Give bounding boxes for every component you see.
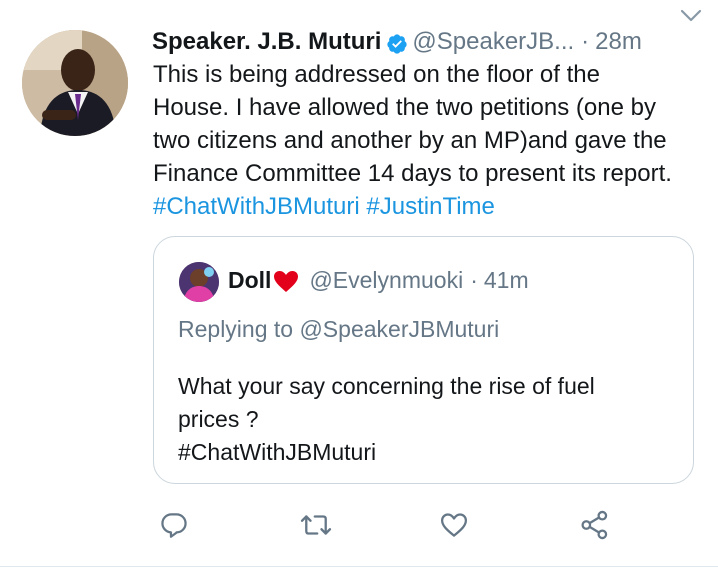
retweet-button[interactable] bbox=[296, 505, 336, 545]
quoted-author-avatar[interactable] bbox=[179, 262, 219, 302]
author-avatar[interactable] bbox=[22, 30, 128, 136]
avatar-image bbox=[22, 30, 128, 136]
retweet-icon bbox=[300, 515, 332, 535]
share-icon bbox=[581, 510, 608, 540]
quoted-tweet-card[interactable]: Doll @Evelynmuoki · 41m Replying to @Spe… bbox=[153, 236, 694, 484]
share-button[interactable] bbox=[575, 505, 615, 545]
quoted-text-line: #ChatWithJBMuturi bbox=[178, 439, 377, 465]
tweet-text-line: House. I have allowed the two petitions … bbox=[153, 94, 656, 121]
tweet-text-line: This is being addressed on the floor of … bbox=[153, 61, 600, 88]
header-separator: · bbox=[581, 28, 590, 55]
author-handle[interactable]: @SpeakerJB... bbox=[412, 26, 574, 58]
quoted-author-display-name[interactable]: Doll bbox=[228, 264, 271, 296]
replying-to-label[interactable]: Replying to @SpeakerJBMuturi bbox=[178, 313, 499, 345]
tweet-menu-button[interactable] bbox=[678, 4, 704, 28]
tweet-text-line: two citizens and another by an MP)and ga… bbox=[153, 127, 667, 154]
tweet-header: Speaker. J.B. Muturi @SpeakerJB... · 28m bbox=[152, 26, 702, 58]
hashtag-link[interactable]: #ChatWithJBMuturi bbox=[153, 193, 360, 220]
quoted-text-line: prices ? bbox=[178, 406, 259, 432]
quoted-tweet-header: Doll @Evelynmuoki · 41m bbox=[228, 264, 529, 296]
red-heart-emoji-icon bbox=[273, 270, 299, 294]
quoted-tweet-text: What your say concerning the rise of fue… bbox=[178, 370, 678, 469]
quoted-author-handle[interactable]: @Evelynmuoki bbox=[309, 264, 463, 296]
tweet-divider bbox=[0, 566, 718, 567]
tweet-hashtags: #ChatWithJBMuturi #JustinTime bbox=[153, 190, 698, 223]
chevron-down-icon bbox=[680, 9, 702, 22]
tweet-text-line: Finance Committee 14 days to present its… bbox=[153, 160, 672, 187]
verified-badge-icon bbox=[386, 32, 408, 54]
quoted-avatar-image bbox=[179, 262, 219, 302]
tweet[interactable]: Speaker. J.B. Muturi @SpeakerJB... · 28m… bbox=[0, 0, 718, 566]
quoted-header-separator: · bbox=[470, 267, 478, 293]
hashtag-link[interactable]: #JustinTime bbox=[366, 193, 494, 220]
tweet-text: This is being addressed on the floor of … bbox=[153, 58, 698, 223]
quoted-tweet-timestamp[interactable]: 41m bbox=[484, 264, 529, 296]
quoted-text-line: What your say concerning the rise of fue… bbox=[178, 373, 595, 399]
like-button[interactable] bbox=[434, 505, 474, 545]
reply-button[interactable] bbox=[154, 505, 194, 545]
reply-icon bbox=[161, 513, 187, 538]
tweet-action-bar bbox=[0, 505, 718, 545]
tweet-timestamp[interactable]: 28m bbox=[595, 26, 642, 58]
like-heart-icon bbox=[441, 513, 467, 537]
author-display-name[interactable]: Speaker. J.B. Muturi bbox=[152, 26, 381, 58]
